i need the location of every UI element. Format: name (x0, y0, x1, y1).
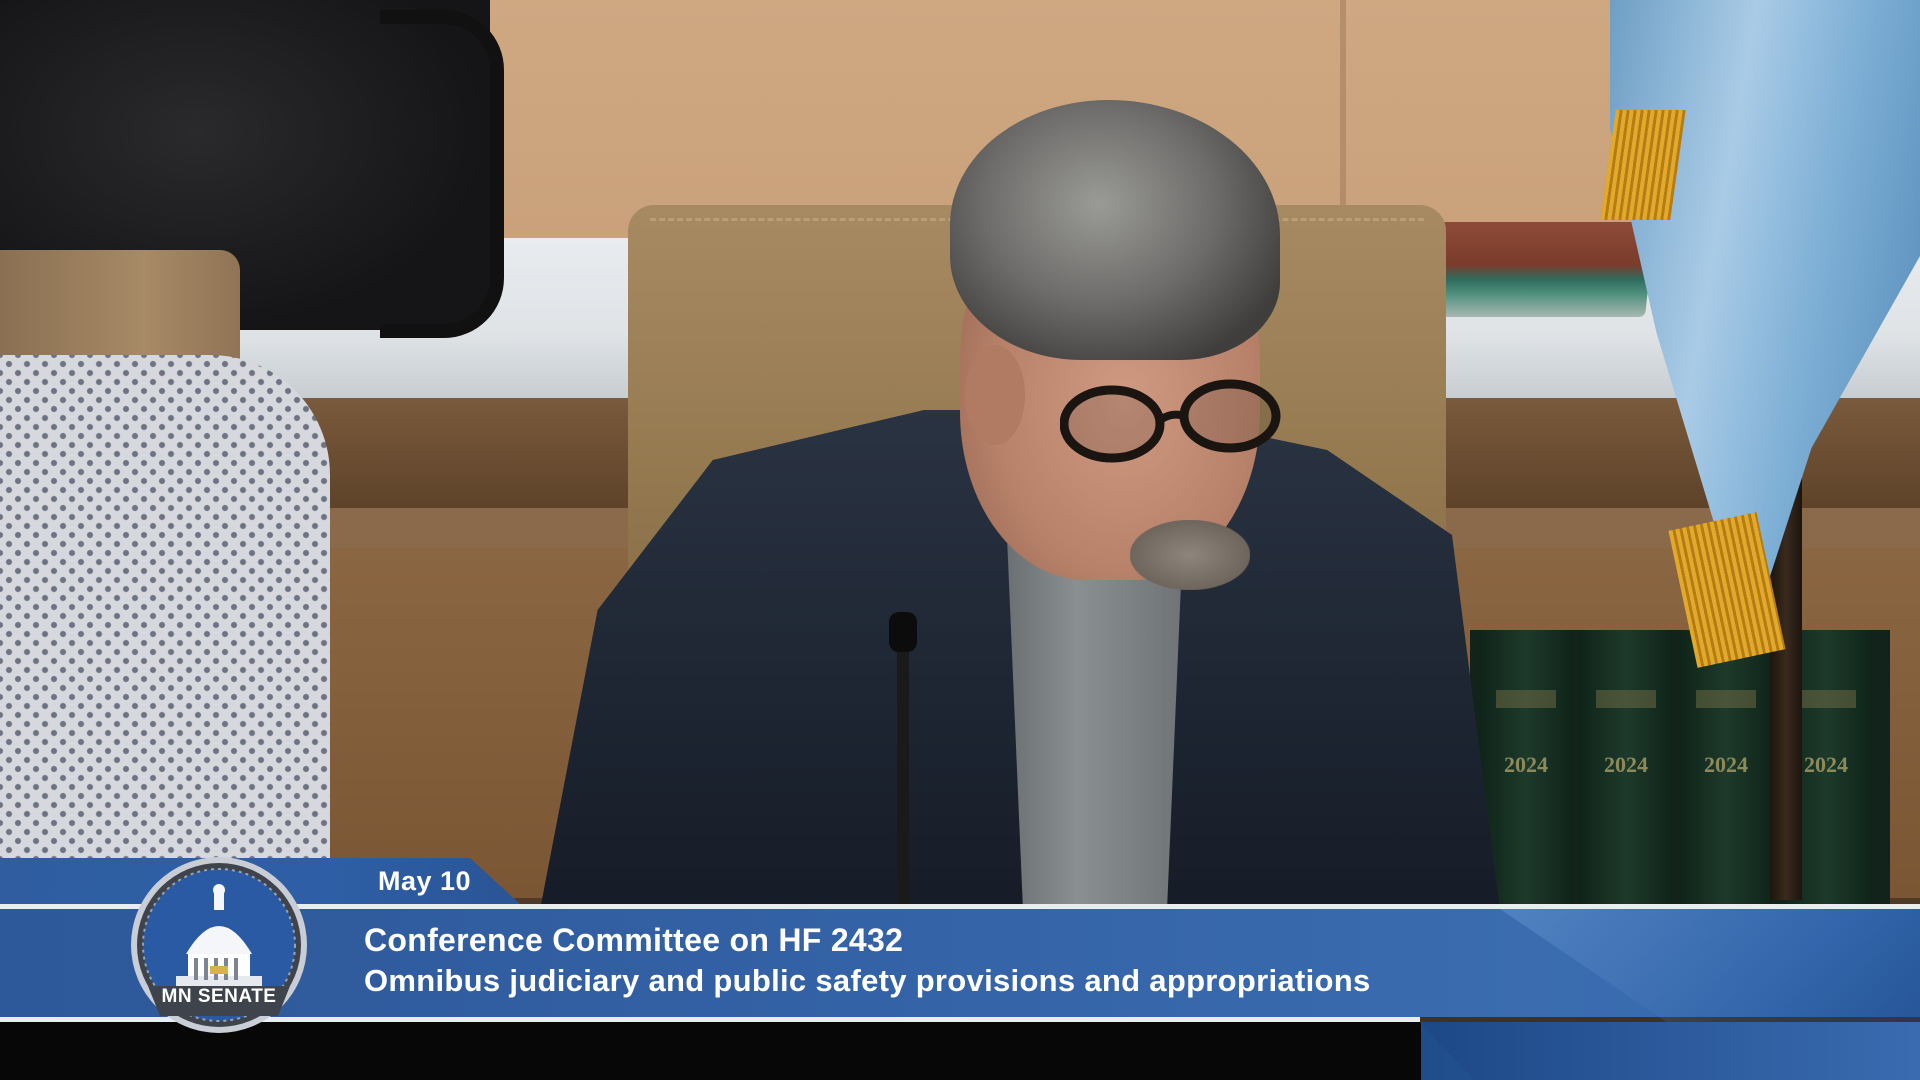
book: 2024 (1680, 630, 1772, 920)
speaker-ear (965, 345, 1025, 445)
banner-corner-accent (1420, 1022, 1920, 1080)
microphone-stem (897, 618, 909, 908)
speaker-beard (1130, 520, 1250, 590)
book-label (1596, 690, 1656, 708)
bill-description: Omnibus judiciary and public safety prov… (364, 963, 1371, 998)
book-label (1496, 690, 1556, 708)
person-left-patterned-shirt (0, 355, 330, 895)
committee-title: Conference Committee on HF 2432 (364, 922, 904, 958)
backpack-strap (380, 10, 504, 338)
book-label (1796, 690, 1856, 708)
book: 2024 (1580, 630, 1672, 920)
wall-panel-seam (1340, 0, 1346, 240)
book-year: 2024 (1504, 752, 1548, 777)
microphone-icon (889, 612, 917, 652)
eyeglasses-icon (1060, 379, 1281, 463)
capitol-dome-icon (131, 857, 307, 1033)
book-year: 2024 (1604, 752, 1648, 777)
video-frame: 2024 2024 2024 2024 May 10 Conference Co… (0, 0, 1920, 1080)
book-year: 2024 (1704, 752, 1748, 777)
book-label (1696, 690, 1756, 708)
stack-of-folders (1425, 222, 1655, 317)
law-books: 2024 2024 2024 2024 (1470, 630, 1890, 920)
logo-label: MN SENATE (161, 986, 277, 1007)
broadcast-date: May 10 (378, 866, 472, 896)
